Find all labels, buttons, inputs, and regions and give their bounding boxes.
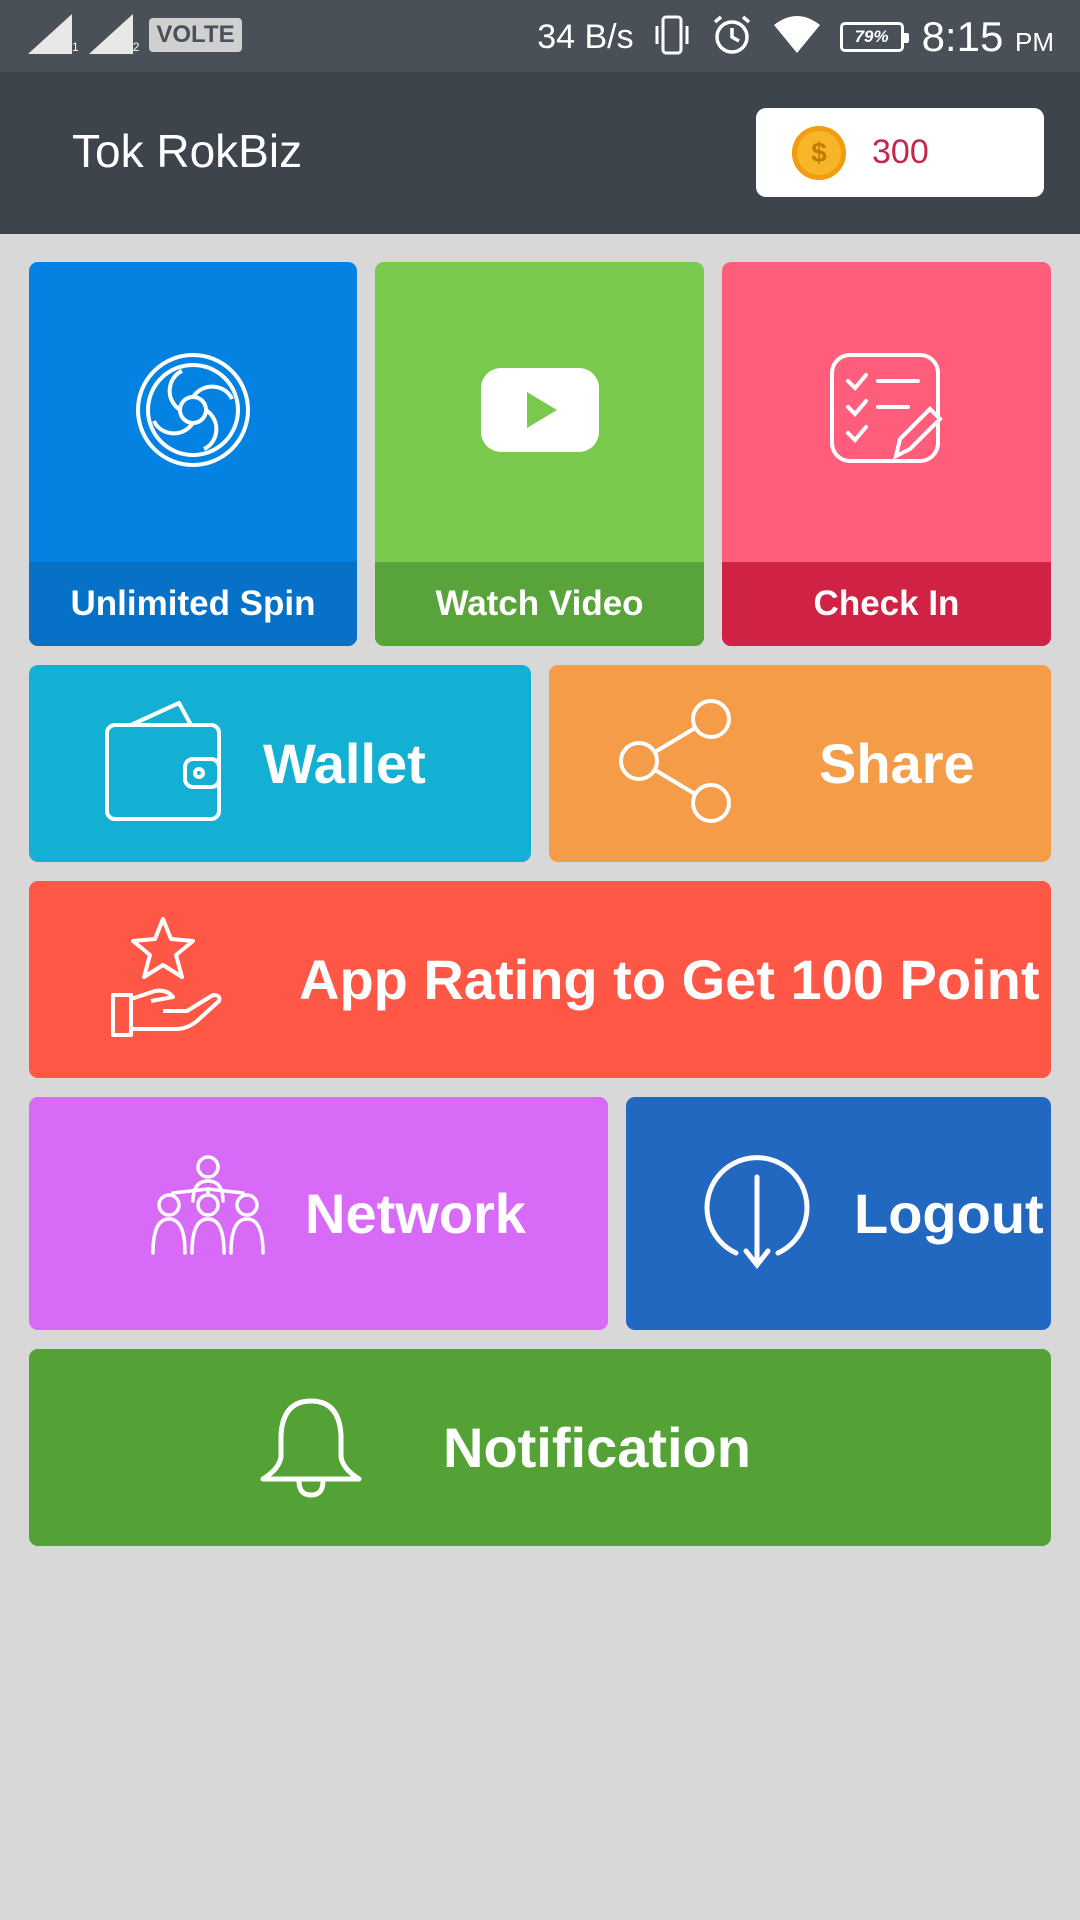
bell-icon [255, 1395, 367, 1504]
signal-group: 1 2 VOLTE [28, 14, 242, 54]
app-rating-tile[interactable]: App Rating to Get 100 Point [29, 881, 1051, 1078]
network-tile[interactable]: Network [29, 1097, 608, 1330]
network-icon [149, 1153, 267, 1262]
logout-tile[interactable]: Logout [626, 1097, 1051, 1330]
vibrate-icon [652, 14, 692, 61]
notification-label: Notification [443, 1416, 751, 1479]
signal-sim2-icon [88, 14, 133, 54]
unlimited-spin-label: Unlimited Spin [29, 562, 357, 646]
star-hand-icon [107, 915, 225, 1044]
wallet-tile[interactable]: Wallet [29, 665, 531, 862]
logout-icon [702, 1153, 812, 1276]
wallet-icon [101, 697, 225, 828]
sim2-label: 2 [132, 40, 140, 54]
logout-label: Logout [854, 1182, 1044, 1245]
clock-ampm: PM [1015, 27, 1054, 57]
battery-icon: 79% [839, 22, 909, 52]
coin-count: 300 [872, 133, 929, 171]
app-header: Tok RokBiz $ 300 [0, 72, 1080, 234]
check-in-label: Check In [722, 562, 1051, 646]
signal-sim1-icon [28, 14, 72, 54]
coin-balance[interactable]: $ 300 [756, 108, 1044, 197]
app-rating-label: App Rating to Get 100 Point [299, 948, 1040, 1011]
clock-time: 8:15 [921, 13, 1004, 60]
share-tile[interactable]: Share [549, 665, 1051, 862]
network-speed: 34 B/s [537, 17, 634, 56]
coin-icon: $ [792, 125, 846, 180]
alarm-icon [710, 13, 754, 62]
wallet-label: Wallet [263, 732, 426, 795]
status-bar: 1 2 VOLTE 34 B/s 79% 8:15 PM [0, 0, 1080, 72]
network-label: Network [305, 1182, 526, 1245]
app-title: Tok RokBiz [72, 125, 303, 177]
share-icon [617, 699, 735, 830]
unlimited-spin-tile[interactable]: Unlimited Spin [29, 262, 357, 646]
watch-video-tile[interactable]: Watch Video [375, 262, 704, 646]
wifi-icon [772, 15, 822, 60]
play-video-icon [480, 367, 599, 457]
clock: 8:15 PM [922, 13, 1054, 61]
checklist-icon [828, 351, 946, 474]
volte-badge: VOLTE [149, 18, 242, 52]
notification-tile[interactable]: Notification [29, 1349, 1051, 1546]
share-label: Share [819, 732, 975, 795]
watch-video-label: Watch Video [375, 562, 704, 646]
check-in-tile[interactable]: Check In [722, 262, 1051, 646]
spin-wheel-icon [134, 351, 252, 474]
sim1-label: 1 [72, 40, 79, 54]
